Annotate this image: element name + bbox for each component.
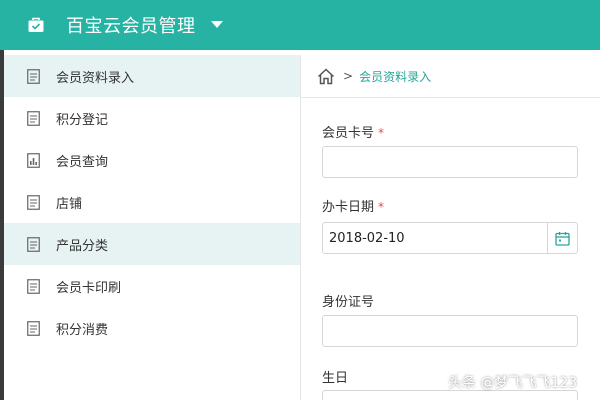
- card-date-value[interactable]: 2018-02-10: [323, 231, 547, 246]
- top-header: 百宝云会员管理: [0, 0, 600, 50]
- bar-chart-icon: [26, 152, 40, 168]
- sidebar-item-label: 会员查询: [56, 154, 109, 170]
- sidebar-item-label: 会员资料录入: [56, 70, 135, 86]
- sidebar: 会员资料录入 积分登记 会员查询 店铺 产品分类 会员卡印刷 积分消费: [4, 55, 300, 400]
- card-number-label-text: 会员卡号: [322, 126, 375, 141]
- sidebar-item-member-query[interactable]: 会员查询: [4, 139, 300, 181]
- caret-down-icon[interactable]: [210, 18, 224, 32]
- calendar-icon[interactable]: [547, 223, 577, 253]
- briefcase-icon: [26, 15, 46, 35]
- sidebar-item-card-printing[interactable]: 会员卡印刷: [4, 265, 300, 307]
- breadcrumb: > 会员资料录入: [301, 55, 600, 98]
- card-date-label-text: 办卡日期: [322, 200, 375, 215]
- sidebar-item-product-category[interactable]: 产品分类: [4, 223, 300, 265]
- document-icon: [26, 236, 40, 252]
- id-number-label: 身份证号: [322, 291, 374, 310]
- app-window: 百宝云会员管理 会员资料录入 积分登记 会员查询 店铺 产品分类 会员卡印刷 积…: [0, 0, 600, 400]
- sidebar-item-points-register[interactable]: 积分登记: [4, 97, 300, 139]
- required-marker: *: [378, 200, 385, 214]
- sidebar-item-label: 积分登记: [56, 112, 109, 128]
- app-title: 百宝云会员管理: [66, 16, 196, 37]
- panel-divider: [300, 55, 301, 400]
- document-icon: [26, 320, 40, 336]
- sidebar-item-member-entry[interactable]: 会员资料录入: [4, 55, 300, 97]
- document-icon: [26, 194, 40, 210]
- card-number-label: 会员卡号 *: [322, 122, 384, 141]
- watermark: 头条 @梦飞飞飞123: [448, 375, 578, 391]
- document-icon: [26, 110, 40, 126]
- id-number-label-text: 身份证号: [322, 295, 375, 310]
- sidebar-item-label: 会员卡印刷: [56, 280, 122, 296]
- sidebar-item-store[interactable]: 店铺: [4, 181, 300, 223]
- id-number-input[interactable]: [322, 315, 578, 347]
- breadcrumb-current[interactable]: 会员资料录入: [359, 68, 431, 85]
- document-icon: [26, 278, 40, 294]
- sidebar-item-label: 积分消费: [56, 322, 109, 338]
- document-icon: [26, 68, 40, 84]
- birthday-label: 生日: [322, 367, 348, 386]
- breadcrumb-separator: >: [343, 69, 354, 83]
- sidebar-item-label: 产品分类: [56, 238, 109, 254]
- sidebar-item-label: 店铺: [56, 196, 83, 212]
- card-number-input[interactable]: [322, 146, 578, 178]
- sidebar-item-points-spend[interactable]: 积分消费: [4, 307, 300, 349]
- card-date-field[interactable]: 2018-02-10: [322, 222, 578, 254]
- card-date-label: 办卡日期 *: [322, 196, 384, 215]
- birthday-label-text: 生日: [322, 371, 349, 386]
- home-icon[interactable]: [317, 67, 335, 85]
- required-marker: *: [378, 126, 385, 140]
